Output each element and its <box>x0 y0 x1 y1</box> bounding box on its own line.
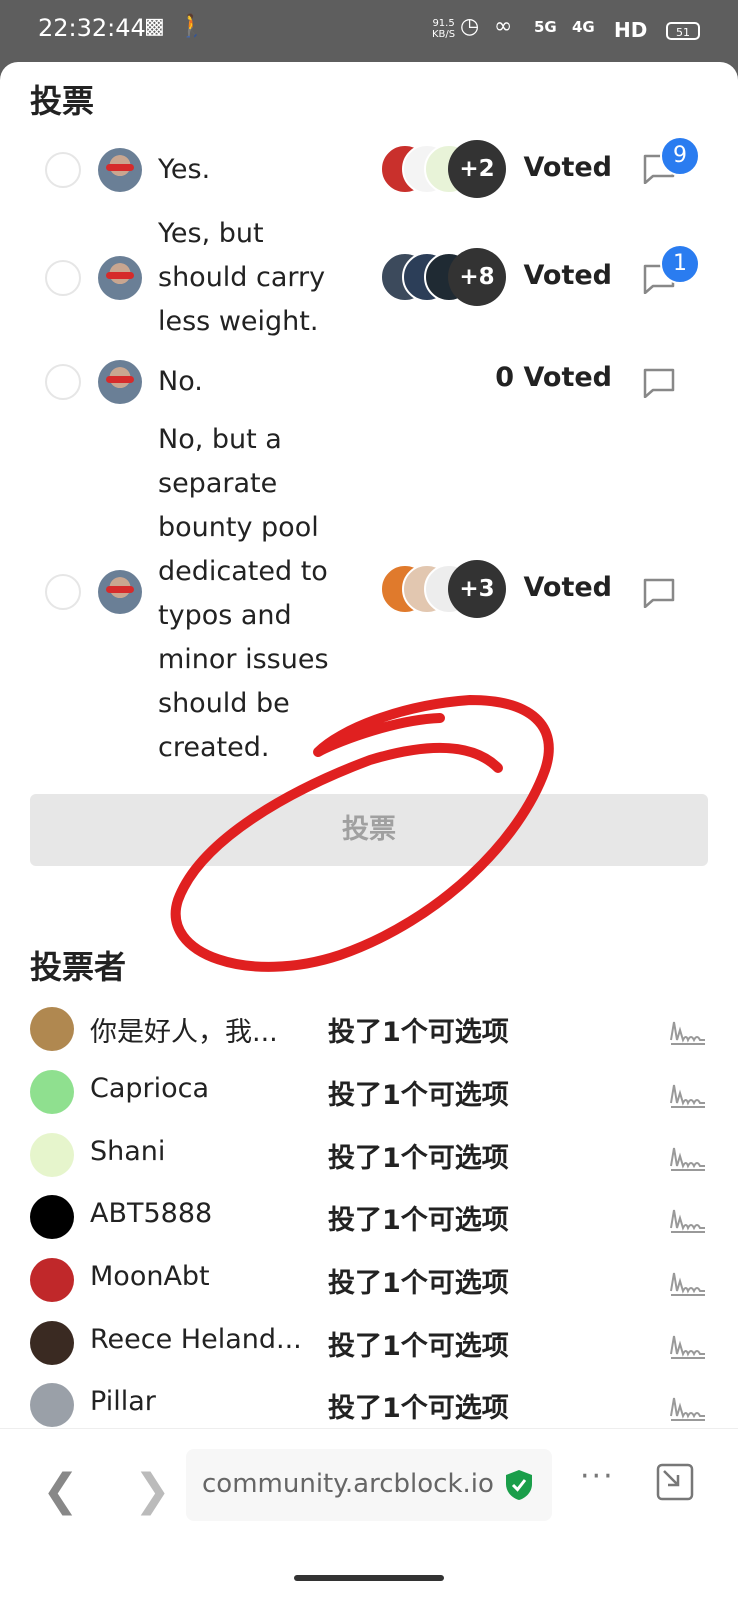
voter-status: 投了1个可选项 <box>328 1331 509 1362</box>
poll-title: 投票 <box>30 82 95 120</box>
author-avatar <box>98 256 142 300</box>
voter-avatar <box>30 1383 74 1427</box>
voter-status: 投了1个可选项 <box>328 1080 509 1111</box>
poll-sheet: 投票 Yes. +2 Voted 9 Yes, but should carry… <box>0 62 738 1600</box>
comment-icon[interactable] <box>643 578 675 608</box>
signature-icon[interactable] <box>668 1016 708 1046</box>
voter-status: 投了1个可选项 <box>328 1393 509 1424</box>
browser-bottom-bar: ❮ ❯ community.arcblock.io ··· <box>0 1428 738 1601</box>
address-bar[interactable]: community.arcblock.io <box>186 1449 552 1521</box>
author-avatar <box>98 360 142 404</box>
back-arrow-icon[interactable]: ❮ <box>42 1465 79 1516</box>
home-indicator[interactable] <box>294 1575 444 1581</box>
voter-avatar <box>30 1007 74 1051</box>
signature-icon[interactable] <box>668 1330 708 1360</box>
voter-name: Caprioca <box>90 1073 210 1104</box>
voter-avatar <box>30 1258 74 1302</box>
voter-avatar <box>30 1321 74 1365</box>
voted-label: 0 Voted <box>495 362 612 393</box>
voter-row[interactable]: Shani 投了1个可选项 <box>0 1124 738 1186</box>
voter-avatar <box>30 1195 74 1239</box>
comment-count-badge: 1 <box>660 244 700 284</box>
minimize-window-icon[interactable] <box>656 1463 694 1501</box>
voter-name: ABT5888 <box>90 1198 213 1229</box>
walking-icon: 🚶 <box>178 14 206 39</box>
voted-label: Voted <box>523 152 612 183</box>
hd-icon: HD <box>614 18 648 42</box>
comment-count-badge: 9 <box>660 136 700 176</box>
briefcase-icon: ▩ <box>144 14 165 39</box>
option-radio[interactable] <box>45 364 81 400</box>
voter-name: 你是好人，我... <box>90 1017 278 1048</box>
voters-title: 投票者 <box>30 948 127 986</box>
option-label: No, but a separate bounty pool dedicated… <box>158 424 329 763</box>
battery-icon: 51 <box>666 22 700 40</box>
voter-avatar <box>30 1070 74 1114</box>
option-radio[interactable] <box>45 152 81 188</box>
voter-status: 投了1个可选项 <box>328 1017 509 1048</box>
secure-shield-icon <box>506 1470 532 1500</box>
voter-status: 投了1个可选项 <box>328 1268 509 1299</box>
alarm-icon: ◷ <box>460 14 480 39</box>
voter-name: Reece Heland... <box>90 1324 302 1355</box>
voter-name: Shani <box>90 1136 166 1167</box>
network-speed: 91.5 KB/S <box>432 18 456 40</box>
voter-row[interactable]: ABT5888 投了1个可选项 <box>0 1186 738 1248</box>
signal-5g-icon: 5G <box>534 18 557 36</box>
voted-label: Voted <box>523 572 612 603</box>
vote-button[interactable]: 投票 <box>30 794 708 866</box>
signature-icon[interactable] <box>668 1079 708 1109</box>
voter-row[interactable]: Caprioca 投了1个可选项 <box>0 1061 738 1123</box>
status-bar: 22:32:44 ▩ 🚶 91.5 KB/S ◷ ∞ 5G 4G HD 51 <box>0 0 738 66</box>
more-options-icon[interactable]: ··· <box>580 1459 615 1494</box>
signal-4g-icon: 4G <box>572 18 595 36</box>
voter-row[interactable]: MoonAbt 投了1个可选项 <box>0 1249 738 1311</box>
author-avatar <box>98 570 142 614</box>
signature-icon[interactable] <box>668 1392 708 1422</box>
option-label: No. <box>158 366 203 397</box>
voter-status: 投了1个可选项 <box>328 1143 509 1174</box>
author-avatar <box>98 148 142 192</box>
voter-row[interactable]: Reece Heland... 投了1个可选项 <box>0 1312 738 1374</box>
url-text: community.arcblock.io <box>202 1469 494 1499</box>
voter-name: Pillar <box>90 1386 156 1417</box>
signature-icon[interactable] <box>668 1267 708 1297</box>
voter-row[interactable]: Pillar 投了1个可选项 <box>0 1374 738 1436</box>
voted-label: Voted <box>523 260 612 291</box>
option-radio[interactable] <box>45 574 81 610</box>
option-label: Yes, but should carry less weight. <box>158 218 326 337</box>
voter-name: MoonAbt <box>90 1261 210 1292</box>
voter-row[interactable]: 你是好人，我... 投了1个可选项 <box>0 998 738 1060</box>
option-radio[interactable] <box>45 260 81 296</box>
voter-status: 投了1个可选项 <box>328 1205 509 1236</box>
voter-avatar <box>30 1133 74 1177</box>
signature-icon[interactable] <box>668 1204 708 1234</box>
option-label: Yes. <box>158 154 211 185</box>
signature-icon[interactable] <box>668 1142 708 1172</box>
clock: 22:32:44 <box>38 14 146 42</box>
comment-icon[interactable] <box>643 368 675 398</box>
forward-arrow-icon[interactable]: ❯ <box>134 1465 171 1516</box>
link-icon: ∞ <box>494 14 513 39</box>
